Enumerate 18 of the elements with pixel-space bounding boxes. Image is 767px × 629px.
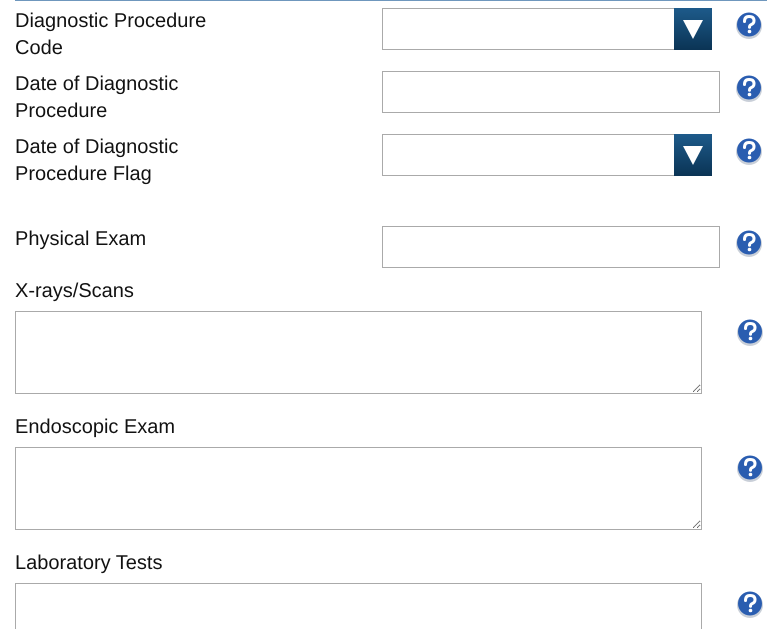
- dropdown-field[interactable]: [382, 134, 712, 176]
- help-icon[interactable]: [734, 136, 764, 166]
- field-label: Date of Diagnostic Procedure Flag: [15, 135, 180, 187]
- field-label: Endoscopic Exam: [15, 415, 176, 440]
- help-icon[interactable]: [735, 589, 765, 619]
- help-icon[interactable]: [734, 10, 764, 40]
- help-icon[interactable]: [735, 317, 765, 347]
- field-label: Date of Diagnostic Procedure: [15, 72, 180, 124]
- input-field[interactable]: [382, 226, 720, 268]
- field-label: Physical Exam: [15, 227, 148, 252]
- field-label: Diagnostic Procedure Code: [15, 9, 208, 61]
- help-icon[interactable]: [734, 228, 764, 258]
- input-field[interactable]: [382, 71, 720, 113]
- field-label: X-rays/Scans: [15, 279, 135, 304]
- help-icon[interactable]: [734, 73, 764, 103]
- field-label: Laboratory Tests: [15, 551, 164, 576]
- help-icon[interactable]: [735, 453, 765, 483]
- dropdown-field[interactable]: [382, 8, 712, 50]
